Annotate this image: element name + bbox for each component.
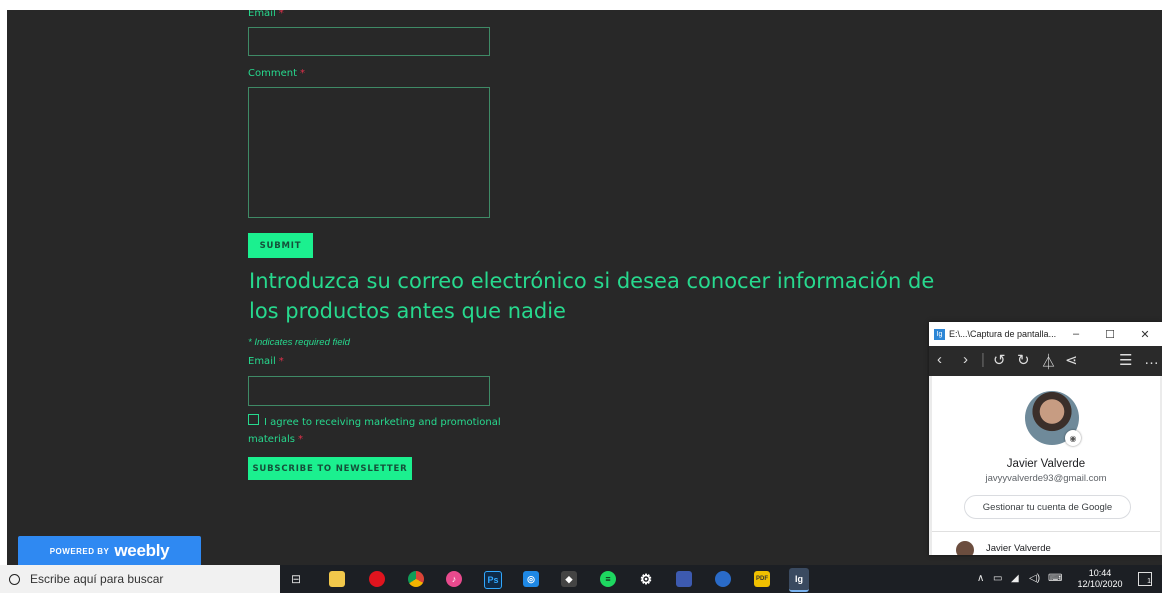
app-blue-icon[interactable] (676, 571, 692, 587)
chrome-icon[interactable] (408, 571, 424, 587)
account-avatar (956, 541, 974, 555)
minimize-icon[interactable]: – (1059, 322, 1093, 346)
windows-taskbar: Escribe aquí para buscar ⊟ ♪ Ps ◎ ◆ ≡ ⚙ … (0, 565, 1162, 593)
subscribe-button[interactable]: SUBSCRIBE TO NEWSLETTER (248, 457, 412, 480)
volume-icon[interactable]: ◁) (1029, 573, 1040, 584)
weebly-logo: weebly (114, 541, 170, 560)
back-icon[interactable]: ‹ (937, 351, 942, 368)
email-field[interactable] (248, 27, 490, 56)
settings-gear-icon[interactable]: ⚙ (638, 571, 654, 587)
notification-icon[interactable]: 1 (1138, 572, 1152, 586)
manage-account-button[interactable]: Gestionar tu cuenta de Google (964, 495, 1131, 519)
flip-vertical-icon[interactable]: ⋖ (1065, 351, 1078, 369)
more-icon[interactable]: … (1144, 351, 1159, 368)
notification-count: 1 (1147, 578, 1151, 585)
rotate-right-icon[interactable]: ↻ (1017, 351, 1030, 369)
flip-horizontal-icon[interactable]: ⏃ (1041, 351, 1056, 372)
keyboard-icon[interactable]: ⌨ (1048, 573, 1062, 584)
clock-date: 12/10/2020 (1077, 579, 1123, 589)
window-title: E:\...\Captura de pantalla... (949, 329, 1057, 339)
account-email: javyyvalverde93@gmail.com (985, 473, 1107, 484)
account-name: Javier Valverde (1006, 458, 1086, 470)
app-icon: Ig (934, 328, 945, 340)
steam-icon[interactable] (715, 571, 731, 587)
image-viewer-window[interactable]: Ig E:\...\Captura de pantalla... – ☐ ✕ ‹… (929, 322, 1162, 555)
file-explorer-icon[interactable] (329, 571, 345, 587)
newsletter-email-label: Email * (248, 356, 284, 367)
toolbar-divider: | (981, 351, 985, 368)
divider (932, 531, 1160, 532)
pdf-icon[interactable]: PDF (754, 571, 770, 587)
google-account-card: ◉ Javier Valverde javyyvalverde93@gmail.… (932, 376, 1160, 555)
image-viewer-taskbar-icon[interactable]: Ig (789, 568, 809, 592)
account-list-item[interactable]: Javier Valverde (986, 543, 1051, 554)
instagram-icon[interactable]: ◎ (523, 571, 539, 587)
agree-label: I agree to receiving marketing and promo… (248, 417, 501, 445)
comment-textarea[interactable] (248, 87, 490, 218)
submit-button[interactable]: SUBMIT (248, 233, 313, 258)
opera-icon[interactable] (369, 571, 385, 587)
inkscape-icon[interactable]: ◆ (561, 571, 577, 587)
rotate-left-icon[interactable]: ↺ (993, 351, 1006, 369)
taskbar-search[interactable]: Escribe aquí para buscar (0, 565, 280, 593)
battery-icon[interactable]: ▭ (993, 573, 1002, 584)
task-view-icon[interactable]: ⊟ (288, 571, 304, 587)
powered-by-weebly-badge[interactable]: POWERED BY weebly (18, 536, 201, 566)
wifi-icon[interactable]: ◢ (1011, 573, 1019, 584)
forward-icon[interactable]: › (963, 351, 968, 368)
search-placeholder: Escribe aquí para buscar (30, 572, 164, 586)
itunes-icon[interactable]: ♪ (446, 571, 462, 587)
viewer-toolbar: ‹ › | ↺ ↻ ⏃ ⋖ ☰ … (929, 346, 1162, 376)
comment-label: Comment * (248, 68, 305, 79)
email-label: Email * (248, 10, 284, 19)
clock-time: 10:44 (1088, 568, 1112, 578)
powered-by-text: POWERED BY (49, 546, 110, 556)
maximize-icon[interactable]: ☐ (1093, 322, 1127, 346)
newsletter-heading: Introduzca su correo electrónico si dese… (249, 269, 935, 323)
search-icon (9, 573, 20, 585)
menu-icon[interactable]: ☰ (1119, 351, 1132, 369)
camera-icon[interactable]: ◉ (1065, 430, 1081, 446)
close-icon[interactable]: ✕ (1128, 322, 1162, 346)
spotify-icon[interactable]: ≡ (600, 571, 616, 587)
chevron-up-icon[interactable]: ∧ (977, 573, 984, 584)
taskbar-clock[interactable]: 10:44 12/10/2020 (1072, 568, 1128, 590)
newsletter-email-field[interactable] (248, 376, 490, 406)
required-note: * Indicates required field (248, 337, 350, 348)
photoshop-icon[interactable]: Ps (484, 571, 502, 589)
